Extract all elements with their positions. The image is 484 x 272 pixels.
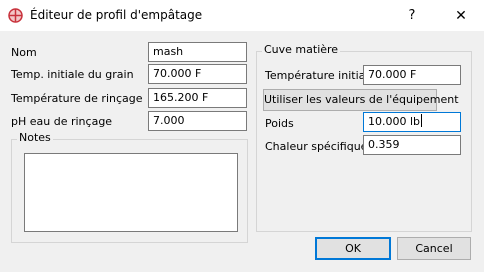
- ok-button[interactable]: OK: [315, 237, 391, 260]
- grain-temp-label: Temp. initiale du grain: [11, 68, 134, 81]
- tun-specific-heat-label: Chaleur spécifique: [265, 140, 368, 153]
- sparge-temp-label: Température de rinçage: [11, 92, 143, 105]
- tun-weight-field[interactable]: 10.000 lb: [363, 112, 461, 132]
- use-equipment-values-button[interactable]: Utiliser les valeurs de l'équipement: [263, 89, 459, 111]
- title-bar: Éditeur de profil d'empâtage ? ✕: [0, 0, 484, 31]
- name-field[interactable]: mash: [148, 42, 247, 62]
- notes-group-title: Notes: [17, 131, 53, 145]
- app-icon: [8, 8, 23, 23]
- window-title: Éditeur de profil d'empâtage: [30, 8, 203, 22]
- tun-init-temp-field[interactable]: 70.000 F: [363, 65, 461, 85]
- tun-group-title: Cuve matière: [262, 43, 341, 57]
- tun-specific-heat-field[interactable]: 0.359: [363, 135, 461, 155]
- sparge-ph-field[interactable]: 7.000: [148, 111, 247, 131]
- name-label: Nom: [11, 46, 37, 59]
- sparge-temp-field[interactable]: 165.200 F: [148, 88, 247, 108]
- tun-weight-value: 10.000 lb: [368, 115, 421, 128]
- notes-textarea[interactable]: [24, 153, 238, 232]
- help-button[interactable]: ?: [400, 6, 424, 26]
- cancel-button[interactable]: Cancel: [397, 237, 471, 260]
- sparge-ph-label: pH eau de rinçage: [11, 115, 113, 128]
- tun-weight-label: Poids: [265, 117, 294, 130]
- text-caret: [421, 114, 423, 127]
- close-button[interactable]: ✕: [450, 6, 472, 26]
- grain-temp-field[interactable]: 70.000 F: [148, 64, 247, 84]
- tun-init-temp-label: Température initiale: [265, 69, 376, 82]
